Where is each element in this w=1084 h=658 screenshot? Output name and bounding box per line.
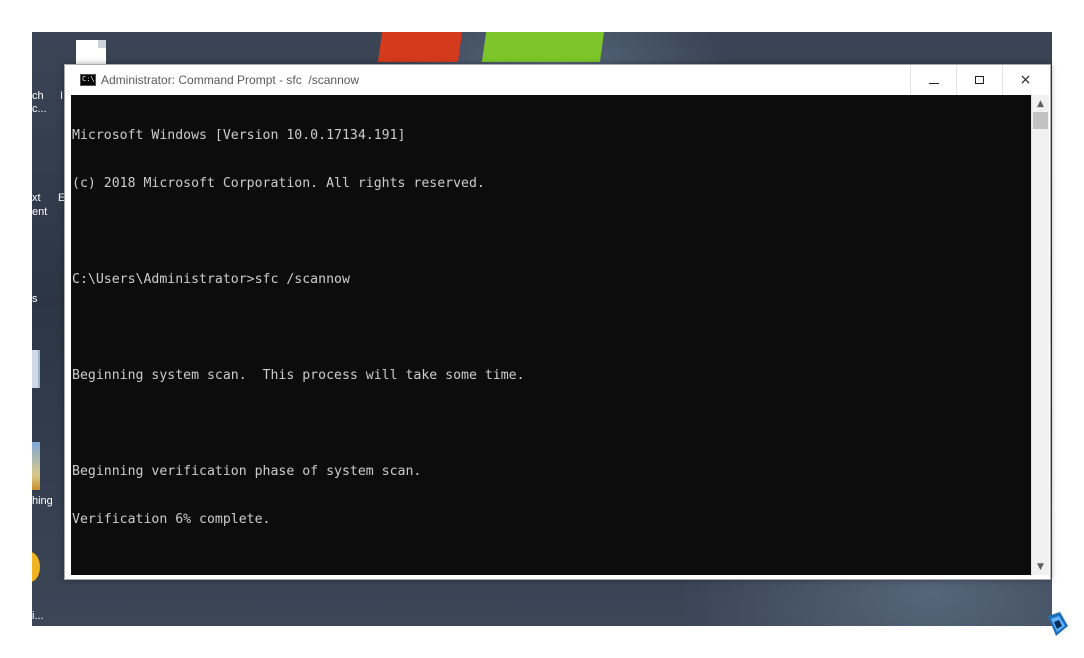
console-line: (c) 2018 Microsoft Corporation. All righ… [72,176,485,191]
title-bar[interactable]: C:\. Administrator: Command Prompt - sfc… [65,65,1050,95]
cmd-icon-glyph: C:\. [82,75,99,83]
desktop-label[interactable]: xt [32,192,41,205]
desktop-label[interactable]: I [60,90,63,103]
desktop-label[interactable]: s [32,293,38,306]
desktop-app-icon[interactable] [32,552,40,582]
minimize-button[interactable] [910,65,956,95]
console-line: Microsoft Windows [Version 10.0.17134.19… [72,128,406,143]
window-title: Administrator: Command Prompt - sfc /sca… [101,73,360,87]
desktop-label[interactable]: hing [32,495,53,508]
scroll-down-button[interactable]: ▼ [1032,558,1049,575]
desktop-file-icon[interactable] [76,40,106,64]
maximize-icon [975,76,984,84]
app-tray-icon[interactable] [1046,610,1070,638]
close-icon: × [1019,72,1032,88]
scrollbar-thumb[interactable] [1033,112,1048,129]
console-line: Verification 6% complete. [72,512,271,527]
console-line: C:\Users\Administrator>sfc /scannow [72,272,350,287]
console-line: Beginning verification phase of system s… [72,464,422,479]
maximize-button[interactable] [956,65,1002,95]
desktop-label[interactable]: ent [32,206,47,219]
vertical-scrollbar[interactable]: ▲ ▼ [1031,95,1049,575]
desktop-label[interactable]: c... [32,103,47,116]
desktop-label[interactable]: ch [32,90,44,103]
console-line: Beginning system scan. This process will… [72,368,525,383]
minimize-icon [928,82,939,84]
desktop-shortcut-icon[interactable] [32,442,40,490]
desktop-shortcut-icon[interactable] [32,350,40,388]
command-prompt-window[interactable]: C:\. Administrator: Command Prompt - sfc… [64,64,1051,580]
scroll-up-button[interactable]: ▲ [1032,95,1049,112]
console-output[interactable]: Microsoft Windows [Version 10.0.17134.19… [71,95,1031,575]
windows-logo-green-pane [481,32,605,62]
cmd-icon[interactable]: C:\. [80,74,99,86]
desktop-label[interactable]: i... [32,610,44,623]
close-button[interactable]: × [1002,65,1048,95]
windows-logo-red-pane [377,32,463,62]
screenshot-stage: ch c... I xt ent E s hing i... C:\. Admi… [0,0,1084,658]
